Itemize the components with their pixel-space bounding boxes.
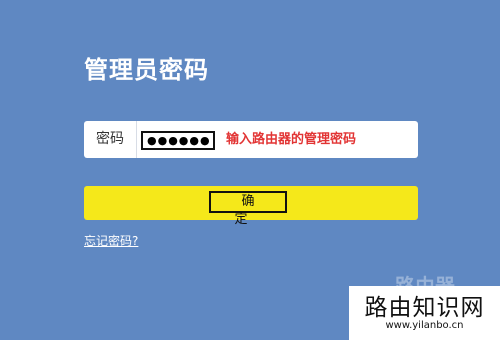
password-input[interactable] <box>141 131 215 150</box>
watermark-box: 路由知识网 www.yilanbo.cn <box>349 286 500 340</box>
forgot-password-link[interactable]: 忘记密码? <box>84 232 138 249</box>
confirm-button-label: 确 定 <box>209 191 287 227</box>
page-title: 管理员密码 <box>84 56 209 84</box>
confirm-button[interactable]: 确 定 <box>84 186 418 227</box>
password-label: 密码 <box>84 121 137 158</box>
password-hint: 输入路由器的管理密码 <box>226 132 357 147</box>
watermark-url: www.yilanbo.cn <box>385 320 464 331</box>
password-row: 密码 输入路由器的管理密码 <box>84 121 418 158</box>
watermark-title: 路由知识网 <box>364 295 485 321</box>
